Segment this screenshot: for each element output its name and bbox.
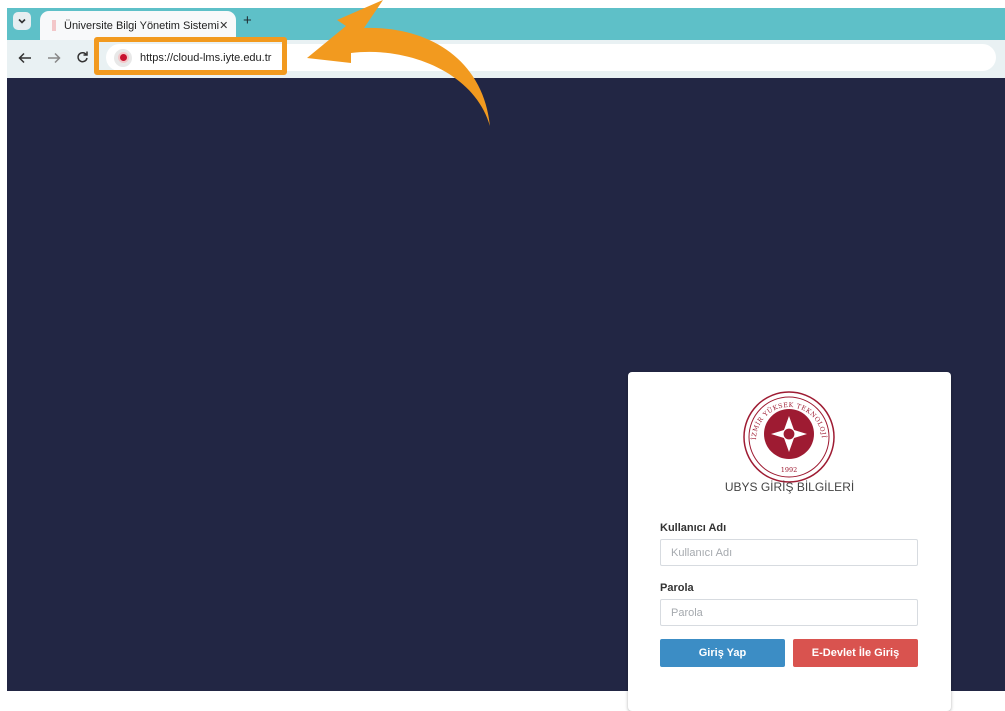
back-button[interactable]: [18, 51, 32, 67]
tab-title: Üniversite Bilgi Yönetim Sistemi: [64, 19, 220, 32]
forward-button[interactable]: [47, 51, 61, 67]
login-card: İZMİR YÜKSEK TEKNOLOJİ ENSTİTÜSÜ 1992 UB…: [628, 372, 951, 711]
tab-close-icon[interactable]: ✕: [219, 19, 228, 32]
reload-button[interactable]: [76, 51, 89, 67]
browser-tab-strip: Üniversite Bilgi Yönetim Sistemi ✕ +: [7, 8, 1005, 40]
address-highlight-box: [94, 37, 287, 75]
arrow-left-icon: [18, 52, 31, 64]
arrow-right-icon: [48, 52, 61, 64]
username-input[interactable]: [660, 539, 918, 566]
password-input[interactable]: [660, 599, 918, 626]
chevron-down-icon: [18, 18, 26, 24]
login-title: UBYS GİRİŞ BİLGİLERİ: [724, 480, 855, 494]
tab-search-button[interactable]: [13, 12, 31, 30]
seal-year: 1992: [781, 466, 798, 474]
new-tab-button[interactable]: +: [243, 12, 252, 29]
browser-tab[interactable]: Üniversite Bilgi Yönetim Sistemi ✕: [40, 11, 236, 40]
login-button[interactable]: Giriş Yap: [660, 639, 785, 667]
page-background: İZMİR YÜKSEK TEKNOLOJİ ENSTİTÜSÜ 1992 UB…: [7, 0, 1005, 711]
edevlet-login-button[interactable]: E-Devlet İle Giriş: [793, 639, 918, 667]
password-label: Parola: [660, 582, 694, 594]
username-label: Kullanıcı Adı: [660, 522, 727, 534]
reload-icon: [77, 51, 88, 63]
university-seal-logo: İZMİR YÜKSEK TEKNOLOJİ ENSTİTÜSÜ 1992: [742, 390, 835, 483]
pointer-arrow-icon: [307, 0, 490, 126]
